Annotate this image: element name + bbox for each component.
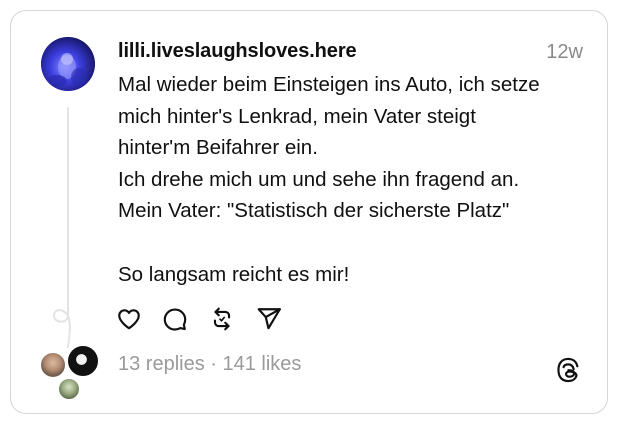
replier-avatar[interactable] — [58, 378, 80, 400]
post-card[interactable]: lilli.liveslaughsloves.here 12w Mal wied… — [10, 10, 608, 414]
share-button[interactable] — [256, 306, 282, 332]
share-icon — [257, 308, 281, 330]
post-text: Mal wieder beim Einsteigen ins Auto, ich… — [118, 73, 540, 286]
reply-button[interactable] — [162, 306, 188, 332]
thread-curl-icon — [53, 301, 71, 348]
avatar-photo — [41, 37, 95, 91]
heart-icon — [118, 309, 140, 330]
replier-avatar[interactable] — [67, 345, 99, 377]
threads-logo-icon[interactable] — [555, 357, 581, 383]
post-timestamp[interactable]: 12w — [546, 41, 583, 64]
author-username[interactable]: lilli.liveslaughsloves.here — [118, 40, 357, 63]
like-button[interactable] — [116, 306, 142, 332]
author-avatar[interactable] — [41, 37, 95, 91]
thread-line — [67, 107, 69, 307]
replier-avatar[interactable] — [40, 352, 66, 378]
repost-icon — [213, 307, 231, 331]
post-stats[interactable]: 13 replies · 141 likes — [118, 353, 301, 376]
repost-button[interactable] — [209, 306, 235, 332]
comment-icon — [163, 308, 187, 331]
